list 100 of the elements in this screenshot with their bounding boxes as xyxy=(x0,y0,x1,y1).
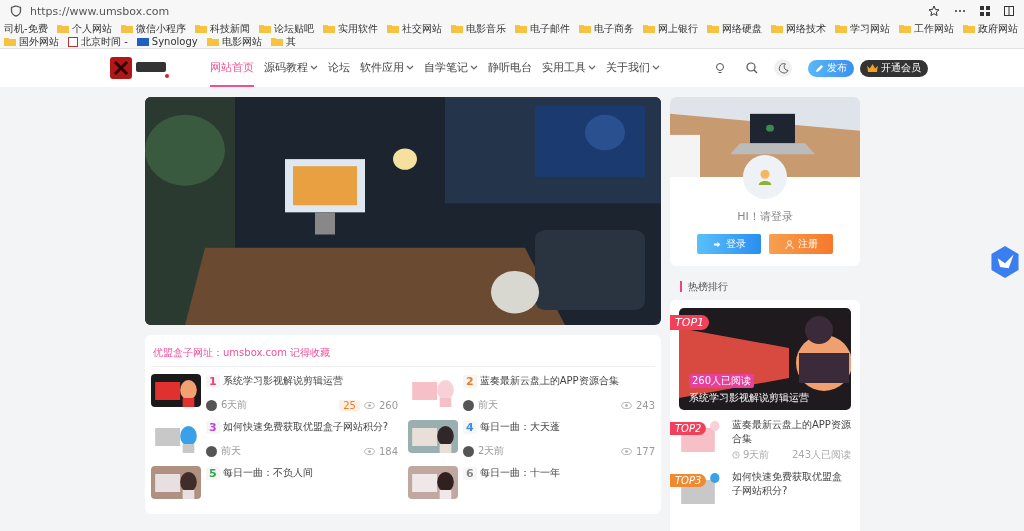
post-title[interactable]: 如何快速免费获取优盟盒子网站积分? xyxy=(732,470,851,497)
eye-icon xyxy=(620,401,632,409)
rank-number: 3 xyxy=(206,420,220,434)
crown-icon xyxy=(867,64,878,72)
folder-icon xyxy=(206,37,219,46)
post-title[interactable]: 系统学习影视解说剪辑运营 xyxy=(689,391,809,405)
avatar-icon xyxy=(463,445,474,457)
bookmark[interactable]: Synology xyxy=(151,35,198,48)
rank-tag: TOP2 xyxy=(670,422,707,435)
dark-mode-button[interactable] xyxy=(774,59,792,77)
bookmark[interactable]: 社交网站 xyxy=(401,22,442,35)
user-icon xyxy=(784,239,794,249)
folder-icon xyxy=(962,24,975,33)
bulb-icon[interactable] xyxy=(714,62,726,74)
view-count: 177 xyxy=(635,445,655,457)
bookmark[interactable]: 政府网站 xyxy=(977,22,1018,35)
bookmark[interactable]: 实用软件 xyxy=(337,22,378,35)
folder-icon xyxy=(834,24,847,33)
avatar-icon xyxy=(463,399,474,411)
view-count: 243 xyxy=(635,399,655,411)
rank-number: 6 xyxy=(463,466,477,480)
nav-tab[interactable]: 源码教程 xyxy=(264,49,318,87)
folder-icon xyxy=(770,24,783,33)
download-points: 25 xyxy=(339,399,360,411)
post-title[interactable]: 如何快速免费获取优盟盒子网站积分? xyxy=(222,420,388,434)
bookmark[interactable]: 论坛贴吧 xyxy=(273,22,314,35)
site-logo[interactable] xyxy=(110,57,170,79)
more-icon[interactable] xyxy=(954,9,966,13)
search-icon[interactable] xyxy=(746,62,758,74)
folder-icon xyxy=(120,24,133,33)
bookmark[interactable]: 国外网站 xyxy=(19,35,59,48)
folder-icon xyxy=(258,24,271,33)
nav-tab[interactable]: 网站首页 xyxy=(210,49,254,87)
folder-icon xyxy=(642,24,655,33)
login-prompt: HI！请登录 xyxy=(737,209,793,224)
bookmark[interactable]: 网上银行 xyxy=(657,22,698,35)
folder-icon xyxy=(270,37,283,46)
avatar-icon xyxy=(206,399,217,411)
post-title[interactable]: 每日一曲：大天蓬 xyxy=(479,420,560,434)
folder-icon xyxy=(194,24,207,33)
rank-number: 4 xyxy=(463,420,477,434)
view-count: 184 xyxy=(378,445,398,457)
post-title[interactable]: 蓝奏最新云盘上的APP资源合集 xyxy=(732,418,851,445)
post-time: 2天前 xyxy=(478,444,505,458)
post-time: 6天前 xyxy=(221,398,248,412)
clock-icon xyxy=(732,451,740,459)
bookmark[interactable]: 科技新闻 xyxy=(209,22,250,35)
nav-tab[interactable]: 论坛 xyxy=(328,49,350,87)
nav-tab[interactable]: 自学笔记 xyxy=(424,49,478,87)
bookmark[interactable]: 学习网站 xyxy=(849,22,890,35)
eye-icon xyxy=(363,447,375,455)
rank-number: 5 xyxy=(206,466,220,480)
vip-button[interactable]: 开通会员 xyxy=(860,59,928,77)
rank-number: 2 xyxy=(463,374,477,388)
bookmark[interactable]: 电子邮件 xyxy=(529,22,570,35)
read-count: 243人已阅读 xyxy=(791,448,851,462)
folder-icon xyxy=(56,24,69,33)
eye-icon xyxy=(363,401,375,409)
bookmark[interactable]: 电影网站 xyxy=(221,35,262,48)
eye-icon xyxy=(620,447,632,455)
bookmark[interactable]: 其 xyxy=(285,35,296,48)
bookmark[interactable]: 个人网站 xyxy=(71,22,112,35)
folder-icon xyxy=(578,24,591,33)
bookmark[interactable]: 网络技术 xyxy=(785,22,826,35)
folder-icon xyxy=(514,24,527,33)
nav-tab[interactable]: 软件应用 xyxy=(360,49,414,87)
section-title: 优盟盒子网址：umsbox.com 记得收藏 xyxy=(153,346,331,360)
folder-icon xyxy=(386,24,399,33)
section-title: 热榜排行 xyxy=(680,281,728,292)
bookmark[interactable]: 电子商务 xyxy=(593,22,634,35)
folder-icon xyxy=(450,24,463,33)
folder-icon xyxy=(4,37,16,46)
nav-tab[interactable]: 实用工具 xyxy=(542,49,596,87)
bookmark[interactable]: 微信小程序 xyxy=(135,22,186,35)
post-time: 前天 xyxy=(478,398,498,412)
folder-icon xyxy=(898,24,911,33)
rank-number: 1 xyxy=(206,374,220,388)
avatar-icon xyxy=(206,445,217,457)
window-icon[interactable] xyxy=(1004,6,1014,16)
folder-icon xyxy=(322,24,335,33)
star-icon[interactable] xyxy=(928,5,940,17)
view-count: 260 xyxy=(378,399,398,411)
post-title[interactable]: 每日一曲：不负人间 xyxy=(222,466,313,480)
nav-tab[interactable]: 静听电台 xyxy=(488,49,532,87)
post-title[interactable]: 蓝奏最新云盘上的APP资源合集 xyxy=(479,374,619,388)
read-count: 260人已阅读 xyxy=(689,374,755,388)
bookmark[interactable]: 网络硬盘 xyxy=(721,22,762,35)
site-icon xyxy=(136,37,149,46)
apps-icon[interactable] xyxy=(980,6,990,16)
bookmark[interactable]: 司机-免费 xyxy=(4,22,48,35)
folder-icon xyxy=(706,24,719,33)
shield-icon xyxy=(10,5,22,17)
bookmark[interactable]: 电影音乐 xyxy=(465,22,506,35)
post-time: 9天前 xyxy=(743,448,770,462)
rank-tag: TOP3 xyxy=(670,474,707,487)
post-title[interactable]: 系统学习影视解说剪辑运营 xyxy=(222,374,343,388)
post-title[interactable]: 每日一曲：十一年 xyxy=(479,466,560,480)
bookmark[interactable]: 工作网站 xyxy=(913,22,954,35)
bookmark[interactable]: 北京时间 - xyxy=(81,35,128,48)
nav-tab[interactable]: 关于我们 xyxy=(606,49,660,87)
